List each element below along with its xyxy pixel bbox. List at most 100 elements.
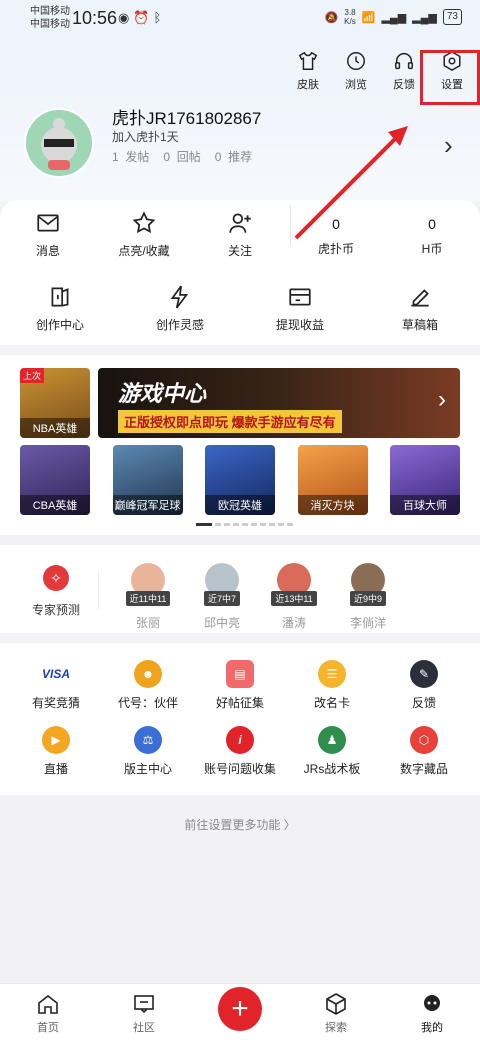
game-label: 消灭方块 [297,495,368,515]
digital-collectibles-button[interactable]: ⬡ 数字藏品 [378,726,470,777]
carousel-indicator [196,523,293,526]
game-peak-football[interactable]: 巅峰冠军足球 [112,445,183,515]
nav-profile[interactable]: 我的 [384,984,480,1040]
expert-item[interactable]: 近13中11 潘涛 [258,563,330,631]
nav-home[interactable]: 首页 [0,984,96,1040]
lightning-icon [170,285,189,309]
nav-label: 探索 [325,1022,347,1034]
carrier-info: 中国移动 中国移动 [30,5,70,31]
expert-record-badge: 近9中9 [349,591,386,606]
expert-name: 张丽 [135,616,160,630]
game-center-banner[interactable]: 游戏中心 正版授权即点即玩 爆款手游应有尽有 › [98,368,460,438]
tool-label: JRs战术板 [303,762,361,776]
more-settings-link[interactable]: 前往设置更多功能 〉 [0,816,480,833]
rename-card-button[interactable]: ☰ 改名卡 [286,660,378,711]
live-button[interactable]: ▶ 直播 [10,726,102,777]
nav-community[interactable]: 社区 [96,984,192,1040]
nav-label: 我的 [421,1022,443,1034]
prediction-icon: ✧ [43,565,69,591]
expert-item[interactable]: 近7中7 邱中亮 [186,563,258,631]
game-cba-heroes[interactable]: CBA英雄 [20,445,90,515]
nav-explore[interactable]: 探索 [288,984,384,1040]
avatar[interactable] [24,108,94,178]
creative-inspiration-button[interactable]: 创作灵感 [120,284,240,334]
carrier-2: 中国移动 [30,19,70,30]
nav-label: 首页 [37,1022,59,1034]
rename-card-icon: ☰ [318,660,346,688]
carousel-dot [233,523,239,526]
creator-center-button[interactable]: 创作中心 [0,284,120,334]
moderator-center-button[interactable]: ⚖ 版主中心 [102,726,194,777]
expert-prediction-button[interactable]: ✧ 专家预测 [30,565,82,618]
game-label: 巅峰冠军足球 [112,495,183,515]
tactics-board-button[interactable]: ♟ JRs战术板 [286,726,378,777]
tool-label: 改名卡 [313,696,350,710]
plus-icon: + [231,992,249,1025]
recommends-stat[interactable]: 0 推荐 [215,148,252,165]
skin-button[interactable]: 皮肤 [290,50,326,92]
info-icon: i [226,726,254,754]
clock-icon [347,52,365,70]
likes-button[interactable]: 点亮/收藏 [96,210,192,270]
carousel-dot [287,523,293,526]
status-right: 🔕 3.8 K/s 📶 ▂▄▆ ▂▄▆ 73 [324,8,462,26]
messages-label: 消息 [35,244,60,258]
bluetooth-icon: ᛒ [153,10,166,25]
username[interactable]: 虎扑JR1761802867 [112,104,261,129]
replies-stat[interactable]: 0 回帖 [163,148,200,165]
drafts-button[interactable]: 草稿箱 [360,284,480,334]
last-game-nba-heroes[interactable]: 上次 NBA英雄 [20,368,90,438]
game-center-subtitle: 正版授权即点即玩 爆款手游应有尽有 [118,410,342,433]
tool-label: 反馈 [411,696,436,710]
hexagon-icon: ⬡ [410,726,438,754]
post-button[interactable]: + [218,987,262,1031]
speed-value: 3.8 [344,8,356,17]
messages-button[interactable]: 消息 [0,210,96,270]
follow-button[interactable]: 关注 [192,210,288,270]
expert-item[interactable]: 近11中11 张丽 [112,563,184,631]
tool-label: 直播 [43,762,68,776]
carousel-dot [269,523,275,526]
game-ball-master[interactable]: 百球大师 [390,445,460,515]
feedback-label: 反馈 [393,79,415,91]
tool-label: 代号：伙伴 [117,696,178,710]
game-center-title: 游戏中心 [118,381,207,406]
tool-label: 数字藏品 [399,762,448,776]
feedback-button[interactable]: 反馈 [386,50,422,92]
creative-inspiration-label: 创作灵感 [155,318,204,332]
chevron-right-icon[interactable]: › [444,130,453,161]
history-button[interactable]: 浏览 [338,50,374,92]
join-info: 加入虎扑1天 [112,130,179,144]
shirt-icon [298,51,318,70]
codename-partner-button[interactable]: ☻ 代号：伙伴 [102,660,194,711]
carousel-dot [260,523,266,526]
carousel-dot [196,523,212,526]
mute-icon: 🔕 [324,11,339,24]
alarm-icon: ⏰ [133,10,154,25]
game-ucl-heroes[interactable]: 欧冠英雄 [205,445,275,515]
drafts-label: 草稿箱 [401,318,438,332]
expert-name: 邱中亮 [203,616,240,630]
skin-label: 皮肤 [297,79,319,91]
feedback-tool-button[interactable]: ✎ 反馈 [378,660,470,711]
last-played-badge: 上次 [20,368,45,383]
profile-stats: 1 发帖 0 回帖 0 推荐 [112,148,252,165]
headset-icon [395,53,413,70]
wifi-icon: 📶 [361,11,376,24]
hupu-coin-label: 虎扑币 [317,242,354,256]
carousel-dot [224,523,230,526]
pen-icon: ✎ [410,660,438,688]
account-issue-button[interactable]: i 账号问题收集 [194,726,286,777]
star-icon [132,211,156,234]
good-post-collect-button[interactable]: ▤ 好帖征集 [194,660,286,711]
game-label: 百球大师 [390,495,460,515]
likes-label: 点亮/收藏 [118,244,170,258]
prize-guess-button[interactable]: VISA 有奖竞猜 [10,660,102,711]
expert-name: 李倘洋 [349,616,386,630]
posts-stat[interactable]: 1 发帖 [112,148,149,165]
expert-item[interactable]: 近9中9 李倘洋 [332,563,404,631]
game-block-puzzle[interactable]: 消灭方块 [297,445,368,515]
status-time: 10:56 [72,8,118,28]
withdraw-earnings-button[interactable]: 提现收益 [240,284,360,334]
tools-row-1: VISA 有奖竞猜 ☻ 代号：伙伴 ▤ 好帖征集 ☰ 改名卡 ✎ 反馈 [10,660,470,711]
